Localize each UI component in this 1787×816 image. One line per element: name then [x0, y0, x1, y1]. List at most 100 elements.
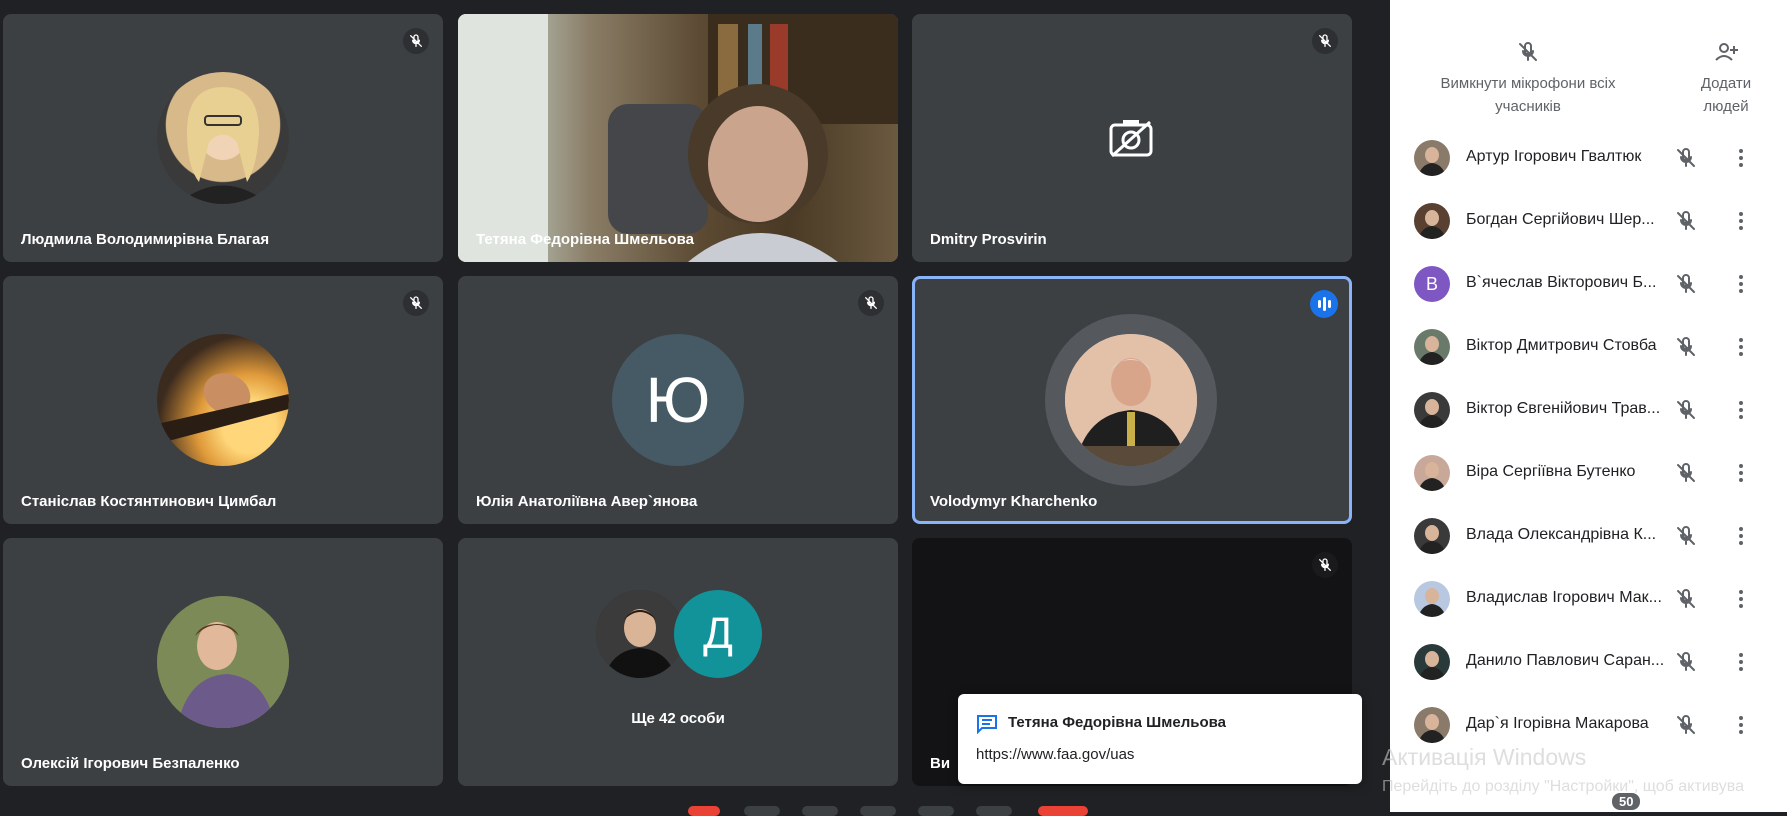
mic-off-icon[interactable] [1674, 209, 1698, 233]
mute-all-label: Вимкнути мікрофони всіх учасників [1440, 75, 1616, 115]
camera-off-icon [1108, 118, 1154, 163]
add-people-button[interactable]: Додати людей [1686, 40, 1766, 118]
more-options-icon[interactable] [1729, 461, 1753, 485]
participant-video-tile[interactable]: Тетяна Федорівна Шмельова [458, 14, 898, 262]
participant-list-item[interactable]: Влада Олександрівна К... [1390, 504, 1787, 567]
more-options-icon[interactable] [1729, 272, 1753, 296]
participant-avatar [596, 590, 684, 678]
participant-list-name: Дар`я Ігорівна Макарова [1466, 715, 1649, 732]
participant-name: Dmitry Prosvirin [930, 231, 1047, 248]
windows-activation-title: Активація Windows [1382, 744, 1587, 770]
mic-off-icon[interactable] [1674, 461, 1698, 485]
mic-off-icon [858, 290, 884, 316]
participant-name: Volodymyr Kharchenko [930, 493, 1098, 510]
participant-list-item[interactable]: Данило Павлович Саран... [1390, 630, 1787, 693]
participant-list-name: Віктор Євгенійович Трав... [1466, 400, 1661, 417]
people-panel: Вимкнути мікрофони всіх учасників Додати… [1390, 0, 1787, 812]
mic-off-icon[interactable] [1674, 335, 1698, 359]
toolbar-button-leave[interactable] [1038, 806, 1088, 816]
participant-avatar [1414, 707, 1450, 743]
mic-off-icon[interactable] [1674, 713, 1698, 737]
chat-notification[interactable]: Тетяна Федорівна Шмельова https://www.fa… [958, 694, 1362, 784]
toolbar-button-camera[interactable] [802, 806, 838, 816]
participant-list-item[interactable]: Віктор Дмитрович Стовба [1390, 315, 1787, 378]
participant-tile[interactable]: Ю Юлія Анатоліївна Авер`янова [458, 276, 898, 524]
mic-off-icon[interactable] [1674, 650, 1698, 674]
toolbar-button-present[interactable] [918, 806, 954, 816]
mic-off-icon [1312, 552, 1338, 578]
mic-off-icon [403, 28, 429, 54]
mic-off-icon [1312, 28, 1338, 54]
participant-list-item[interactable]: Віра Сергіївна Бутенко [1390, 441, 1787, 504]
participant-avatar: В [1414, 266, 1450, 302]
mic-off-icon[interactable] [1674, 146, 1698, 170]
more-options-icon[interactable] [1729, 209, 1753, 233]
more-options-icon[interactable] [1729, 335, 1753, 359]
participant-list-item[interactable]: Артур Ігорович Гвалтюк [1390, 126, 1787, 189]
participant-tile[interactable]: Людмила Володимирівна Благая [3, 14, 443, 262]
more-options-icon[interactable] [1729, 146, 1753, 170]
chat-message-link[interactable]: https://www.faa.gov/uas [976, 746, 1134, 763]
participant-list-name: Віра Сергіївна Бутенко [1466, 463, 1636, 480]
more-participants-label: Ще 42 особи [631, 710, 725, 727]
participant-video [458, 14, 898, 262]
participant-name: Юлія Анатоліївна Авер`янова [476, 493, 698, 510]
participant-name: Станіслав Костянтинович Цимбал [21, 493, 277, 510]
panel-actions: Вимкнути мікрофони всіх учасників Додати… [1390, 0, 1787, 140]
mic-off-icon[interactable] [1674, 587, 1698, 611]
more-options-icon[interactable] [1729, 587, 1753, 611]
participant-list-name: Артур Ігорович Гвалтюк [1466, 148, 1642, 165]
participant-list-name: Богдан Сергійович Шер... [1466, 211, 1655, 228]
participant-name: Ви [930, 755, 951, 772]
participant-list-item[interactable]: Богдан Сергійович Шер... [1390, 189, 1787, 252]
mic-off-icon[interactable] [1674, 272, 1698, 296]
participant-tile[interactable]: Олексій Ігорович Безпаленко [3, 538, 443, 786]
participant-name: Тетяна Федорівна Шмельова [476, 231, 694, 248]
participant-tile[interactable]: Станіслав Костянтинович Цимбал [3, 276, 443, 524]
participant-avatar [1414, 140, 1450, 176]
windows-activation-subtitle: Перейдіть до розділу "Настройки", щоб ак… [1382, 778, 1744, 795]
video-grid: Людмила Володимирівна Благая Тетяна Федо… [0, 0, 1390, 816]
add-people-label: Додати людей [1700, 75, 1752, 115]
mic-off-icon[interactable] [1674, 524, 1698, 548]
participant-list-item[interactable]: В В`ячеслав Вікторович Б... [1390, 252, 1787, 315]
participant-avatar [1414, 392, 1450, 428]
mic-off-icon [1516, 40, 1540, 64]
participant-list-name: Віктор Дмитрович Стовба [1466, 337, 1657, 354]
participant-list-name: Владислав Ігорович Мак... [1466, 589, 1662, 606]
participants-count-badge: 50 [1612, 793, 1641, 810]
active-speaker-tile[interactable]: Volodymyr Kharchenko [912, 276, 1352, 524]
participant-avatar [157, 596, 289, 728]
participant-avatar [157, 72, 289, 204]
more-participants-tile[interactable]: Д Ще 42 особи [458, 538, 898, 786]
mic-off-icon [403, 290, 429, 316]
participant-avatar [157, 334, 289, 466]
participant-list-name: Данило Павлович Саран... [1466, 652, 1665, 669]
more-options-icon[interactable] [1729, 398, 1753, 422]
chat-icon [976, 714, 998, 739]
add-person-icon [1714, 40, 1738, 64]
participant-avatar [1414, 518, 1450, 554]
more-options-icon[interactable] [1729, 650, 1753, 674]
participant-avatar [1414, 329, 1450, 365]
participant-list-name: Влада Олександрівна К... [1466, 526, 1657, 543]
toolbar-button-end-call[interactable] [688, 806, 720, 816]
more-options-icon[interactable] [1729, 524, 1753, 548]
letter-avatar: Д [674, 590, 762, 678]
participant-list-name: В`ячеслав Вікторович Б... [1466, 274, 1657, 291]
participant-avatar [1414, 455, 1450, 491]
toolbar-button-mic[interactable] [744, 806, 780, 816]
mic-off-icon[interactable] [1674, 398, 1698, 422]
mute-all-button[interactable]: Вимкнути мікрофони всіх учасників [1428, 40, 1628, 118]
participant-avatar [1414, 644, 1450, 680]
participant-name: Олексій Ігорович Безпаленко [21, 755, 240, 772]
toolbar-button-captions[interactable] [860, 806, 896, 816]
participant-tile[interactable]: Dmitry Prosvirin [912, 14, 1352, 262]
participant-list-item[interactable]: Владислав Ігорович Мак... [1390, 567, 1787, 630]
more-options-icon[interactable] [1729, 713, 1753, 737]
toolbar-button-more[interactable] [976, 806, 1012, 816]
participant-name: Людмила Володимирівна Благая [21, 231, 270, 248]
participant-list-item[interactable]: Віктор Євгенійович Трав... [1390, 378, 1787, 441]
letter-avatar: Ю [612, 334, 744, 466]
chat-sender: Тетяна Федорівна Шмельова [1008, 714, 1226, 731]
